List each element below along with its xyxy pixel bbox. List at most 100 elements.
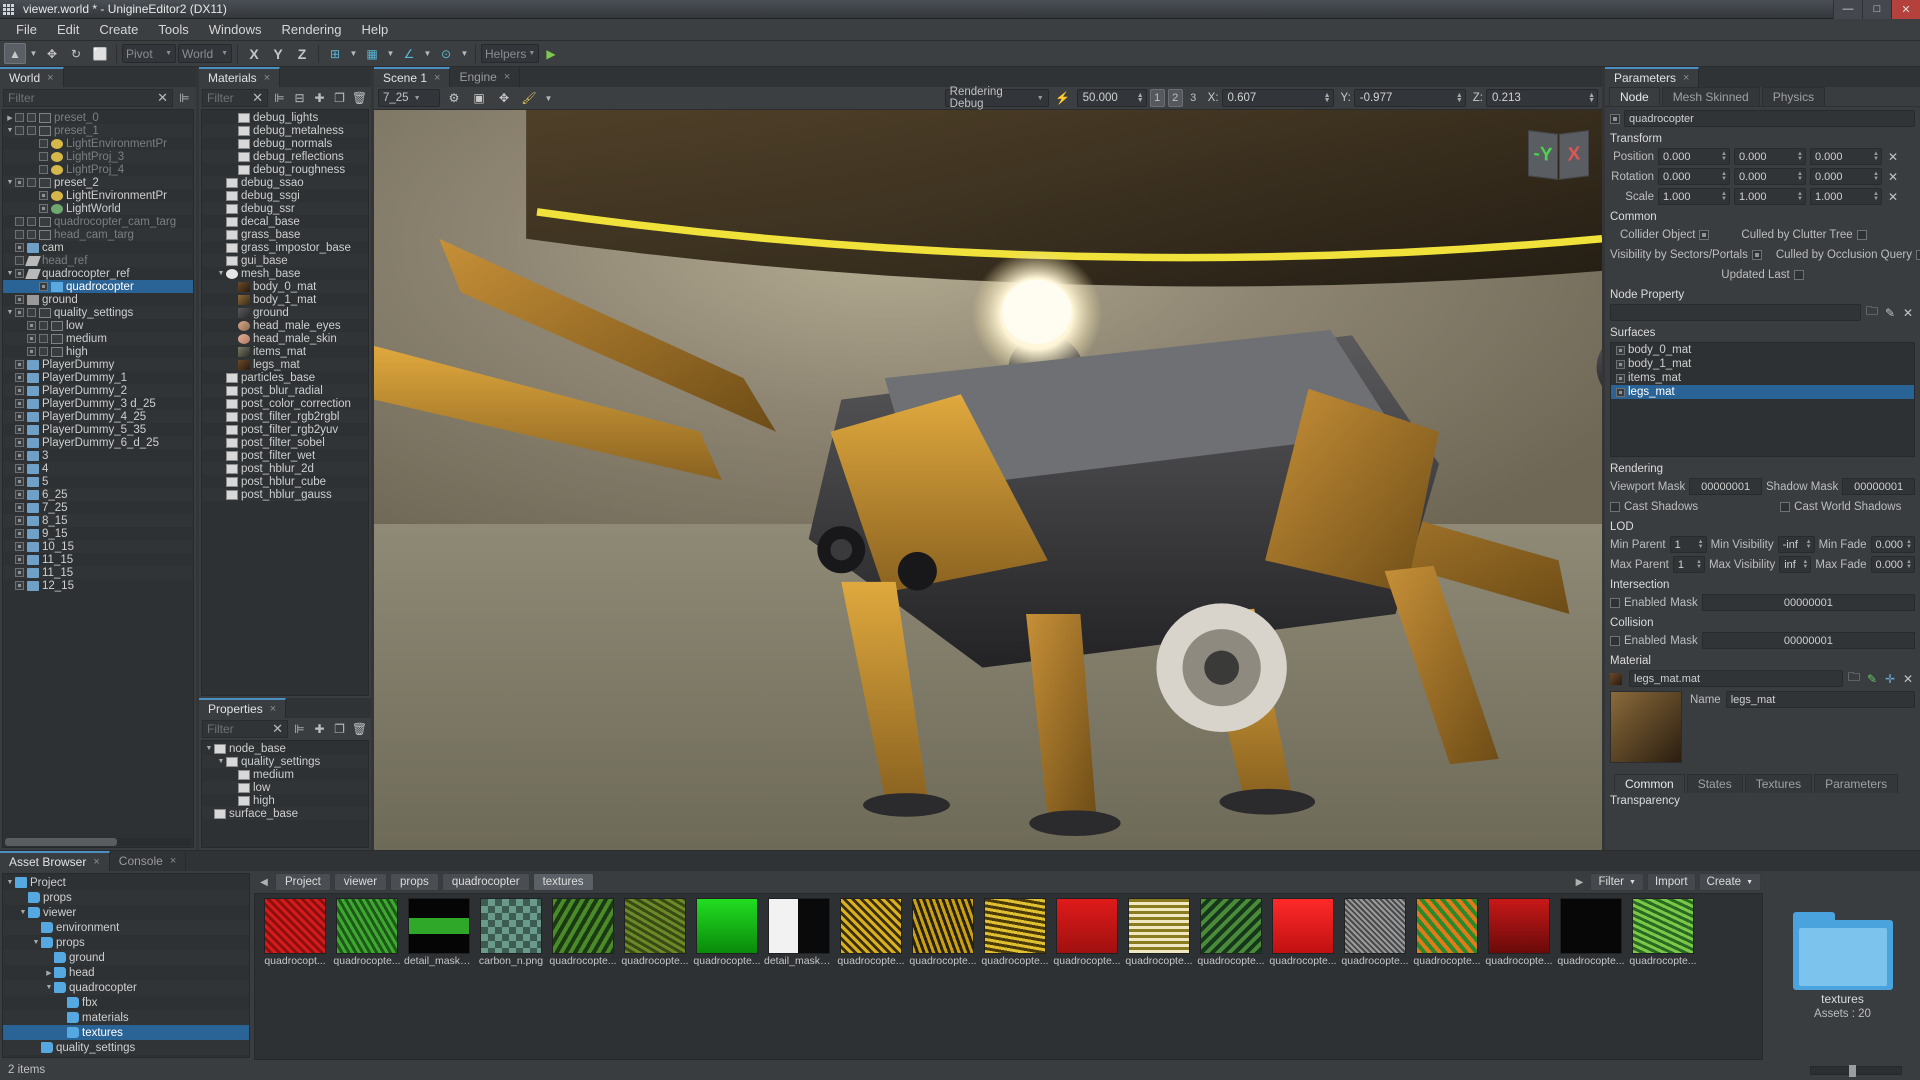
transform-value-field[interactable]: 0.000 ▲ ▼ (1658, 148, 1730, 165)
enable-checkbox[interactable] (27, 347, 36, 356)
asset-cell[interactable]: detail_mask_... (764, 898, 834, 967)
axis-z-button[interactable]: Z (291, 43, 313, 64)
world-tree-item[interactable]: ▶ preset_0 (3, 111, 193, 124)
scale-tool-icon[interactable]: ⬜ (89, 43, 111, 64)
magnet-snap-icon[interactable]: ⊙ (435, 43, 457, 64)
enable-checkbox[interactable] (15, 490, 24, 499)
rotate-tool-icon[interactable]: ↻ (65, 43, 87, 64)
material-tree-item[interactable]: ground (202, 306, 368, 319)
breadcrumb-item[interactable]: textures (532, 873, 594, 891)
asset-cell[interactable]: quadrocopte... (332, 898, 402, 967)
material-tree-item[interactable]: post_blur_radial (202, 384, 368, 397)
spinner-icon[interactable]: ▲ ▼ (1799, 559, 1808, 570)
close-icon[interactable]: × (264, 72, 270, 84)
expand-arrow-icon[interactable]: ▼ (216, 270, 226, 277)
reset-transform-icon[interactable]: ✕ (1886, 170, 1900, 184)
surface-checkbox[interactable] (1616, 359, 1625, 369)
camera-speed-icon[interactable]: ⚡ (1052, 88, 1074, 109)
enable-checkbox[interactable] (15, 360, 24, 369)
close-button[interactable]: ✕ (1891, 0, 1920, 19)
spinner-icon[interactable]: ▲ ▼ (1870, 171, 1879, 182)
world-tree-item[interactable]: LightEnvironmentPr (3, 189, 193, 202)
intersection-enabled-checkbox[interactable] (1610, 597, 1620, 608)
enable-checkbox[interactable] (15, 386, 24, 395)
material-tree-item[interactable]: debug_roughness (202, 163, 368, 176)
close-icon[interactable]: × (47, 72, 53, 84)
min-parent-field[interactable]: 1 ▲ ▼ (1669, 536, 1707, 553)
select-tool-icon[interactable]: ▲ (4, 43, 26, 64)
enable-checkbox[interactable] (15, 412, 24, 421)
nav-forward-icon[interactable]: ▶ (1571, 873, 1587, 891)
asset-tree-item[interactable]: materials (3, 1010, 249, 1025)
expand-arrow-icon[interactable]: ▶ (44, 969, 54, 977)
world-tree-item[interactable]: ▼ quadrocopter_ref (3, 267, 193, 280)
property-tree-item[interactable]: ▼ node_base (202, 742, 368, 755)
world-tree-item[interactable]: LightWorld (3, 202, 193, 215)
close-icon[interactable]: × (434, 72, 440, 84)
import-button[interactable]: Import (1646, 873, 1696, 891)
asset-cell[interactable]: quadrocopte... (980, 898, 1050, 967)
asset-cell[interactable]: detail_mask_... (404, 898, 474, 967)
visible-checkbox[interactable] (39, 152, 48, 161)
world-tree-item[interactable]: 4 (3, 462, 193, 475)
spinner-icon[interactable]: ▲ ▼ (1452, 92, 1463, 104)
transform-value-field[interactable]: 0.000 ▲ ▼ (1734, 148, 1806, 165)
material-tree-item[interactable]: debug_metalness (202, 124, 368, 137)
maximize-button[interactable]: □ (1862, 0, 1891, 19)
max-fade-field[interactable]: 0.000 ▲ ▼ (1870, 556, 1915, 573)
viewport-camera-icon[interactable]: ▣ (468, 88, 490, 109)
viewport-layout-1-button[interactable]: 1 (1149, 89, 1165, 107)
material-tree-item[interactable]: post_color_correction (202, 397, 368, 410)
material-tree-item[interactable]: post_hblur_2d (202, 462, 368, 475)
enable-checkbox[interactable] (15, 126, 24, 135)
asset-tree-item[interactable]: fbx (3, 995, 249, 1010)
rendering-debug-select[interactable]: Rendering Debug ▼ (944, 86, 1049, 110)
camera-speed-field[interactable]: 50.000 ▲ ▼ (1076, 89, 1147, 107)
breadcrumb-item[interactable]: Project (275, 873, 331, 891)
material-tab[interactable]: Textures (1744, 774, 1813, 793)
enable-checkbox[interactable] (15, 269, 24, 278)
collision-enabled-checkbox[interactable] (1610, 635, 1620, 646)
asset-browser-tree[interactable]: ▼ Project props ▼ viewer environment ▼ props gro… (2, 873, 250, 1058)
parameters-subtab[interactable]: Mesh Skinned (1661, 87, 1760, 106)
transform-value-field[interactable]: 0.000 ▲ ▼ (1658, 168, 1730, 185)
property-tree-item[interactable]: ▼ quality_settings (202, 755, 368, 768)
asset-tree-item[interactable]: quality_settings (3, 1040, 249, 1055)
property-tree-item[interactable]: low (202, 781, 368, 794)
spinner-icon[interactable]: ▲ ▼ (1584, 92, 1595, 104)
expand-arrow-icon[interactable]: ▼ (216, 758, 226, 765)
world-tree-item[interactable]: PlayerDummy (3, 358, 193, 371)
visible-checkbox[interactable] (27, 308, 36, 317)
asset-cell[interactable]: quadrocopte... (908, 898, 978, 967)
breadcrumb-item[interactable]: props (390, 873, 439, 891)
node-enabled-checkbox[interactable] (1610, 113, 1620, 124)
close-icon[interactable]: × (270, 703, 276, 715)
enable-checkbox[interactable] (15, 399, 24, 408)
expand-arrow-icon[interactable]: ▶ (5, 114, 15, 122)
asset-tree-item[interactable]: props (3, 890, 249, 905)
enable-checkbox[interactable] (15, 217, 24, 226)
add-property-icon[interactable]: ✚ (311, 720, 328, 738)
visible-checkbox[interactable] (27, 230, 36, 239)
clear-icon[interactable]: ✕ (272, 721, 283, 737)
filter-button[interactable]: Filter ▼ (1590, 873, 1644, 891)
enable-checkbox[interactable] (15, 451, 24, 460)
world-tree-item[interactable]: ▼ preset_2 (3, 176, 193, 189)
close-icon[interactable]: × (1683, 72, 1689, 84)
material-tree-item[interactable]: ▼ mesh_base (202, 267, 368, 280)
viewport-layout-3-button[interactable]: 3 (1186, 89, 1201, 107)
material-tree-item[interactable]: post_hblur_gauss (202, 488, 368, 501)
world-tree-item[interactable]: LightProj_3 (3, 150, 193, 163)
enable-checkbox[interactable] (15, 555, 24, 564)
asset-cell[interactable]: quadrocopt... (260, 898, 330, 967)
close-icon[interactable]: × (170, 855, 176, 867)
cast-shadows-checkbox[interactable] (1610, 501, 1620, 512)
visibility-sectors-checkbox[interactable] (1751, 249, 1762, 260)
reset-transform-icon[interactable]: ✕ (1886, 190, 1900, 204)
reset-transform-icon[interactable]: ✕ (1886, 150, 1900, 164)
delete-material-icon[interactable]: 🗑 (351, 89, 368, 107)
view-preset-select[interactable]: 7_25 ▼ (378, 89, 440, 107)
material-tree-item[interactable]: debug_lights (202, 111, 368, 124)
camera-y-field[interactable]: -0.977 ▲ ▼ (1353, 89, 1466, 107)
material-tree-item[interactable]: post_hblur_cube (202, 475, 368, 488)
